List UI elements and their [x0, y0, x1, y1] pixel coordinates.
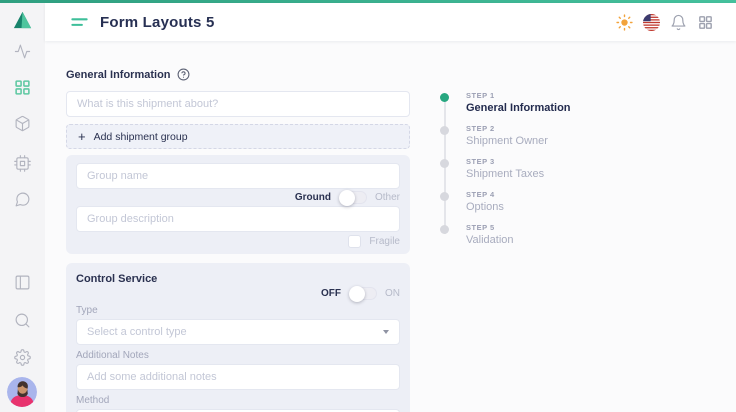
menu-toggle-icon[interactable] — [70, 13, 89, 32]
step-label: STEP 2 — [466, 124, 571, 133]
group-description-input[interactable] — [76, 206, 400, 232]
shipment-group-card: Ground Other Fragile — [66, 155, 410, 254]
sidebar-item-chat-bubble-icon[interactable] — [14, 191, 31, 208]
other-label: Other — [375, 192, 400, 203]
help-icon[interactable] — [177, 68, 190, 81]
shipment-about-input[interactable] — [66, 91, 410, 117]
sidebar-item-cpu-icon[interactable] — [14, 155, 31, 172]
notifications-bell-icon[interactable] — [669, 13, 687, 31]
theme-sun-icon[interactable] — [615, 13, 633, 31]
add-shipment-group-button[interactable]: + Add shipment group — [66, 124, 410, 149]
additional-notes-label: Additional Notes — [76, 350, 400, 361]
page-title: Form Layouts 5 — [100, 14, 215, 31]
content-area: General Information + Add shipment group — [45, 41, 736, 412]
sidebar-item-cube-icon[interactable] — [14, 115, 31, 132]
toggle-knob — [349, 286, 365, 302]
header: Form Layouts 5 — [45, 3, 736, 41]
chevron-down-icon — [383, 330, 389, 334]
step-dot — [440, 225, 449, 234]
type-label: Type — [76, 305, 400, 316]
control-service-card: Control Service OFF ON Type Select a con… — [66, 263, 410, 412]
sidebar-search-icon[interactable] — [14, 312, 31, 329]
step-dot — [440, 126, 449, 135]
step-title: Validation — [466, 234, 571, 246]
step-title: Options — [466, 201, 571, 213]
steps-panel: STEP 1 General Information STEP 2 Shipme… — [440, 91, 571, 256]
add-group-label: Add shipment group — [94, 131, 188, 143]
step-title: Shipment Owner — [466, 135, 571, 147]
off-label: OFF — [321, 288, 341, 299]
step-label: STEP 5 — [466, 223, 571, 232]
control-type-placeholder: Select a control type — [87, 326, 187, 338]
header-actions — [615, 13, 714, 31]
ground-label: Ground — [295, 192, 331, 203]
sidebar-item-activity-icon[interactable] — [14, 43, 31, 60]
user-avatar[interactable] — [7, 377, 37, 407]
fragile-label: Fragile — [369, 236, 400, 247]
step-label: STEP 4 — [466, 190, 571, 199]
sidebar-item-grid-icon[interactable] — [14, 79, 31, 96]
control-service-title: Control Service — [76, 274, 400, 285]
group-name-input[interactable] — [76, 163, 400, 189]
step-label: STEP 1 — [466, 91, 571, 100]
control-type-select[interactable]: Select a control type — [76, 319, 400, 345]
step-item-4[interactable]: STEP 4 Options — [440, 190, 571, 223]
toggle-knob — [339, 190, 355, 206]
step-label: STEP 3 — [466, 157, 571, 166]
step-dot — [440, 159, 449, 168]
app-logo-icon[interactable] — [11, 9, 34, 32]
step-item-2[interactable]: STEP 2 Shipment Owner — [440, 124, 571, 157]
step-item-5[interactable]: STEP 5 Validation — [440, 223, 571, 256]
control-service-toggle[interactable] — [349, 287, 377, 300]
fragile-checkbox[interactable] — [348, 235, 361, 248]
form-section-title: General Information — [66, 69, 171, 81]
ground-other-toggle[interactable] — [339, 191, 367, 204]
language-us-flag-icon[interactable] — [642, 13, 660, 31]
step-item-3[interactable]: STEP 3 Shipment Taxes — [440, 157, 571, 190]
apps-grid-icon[interactable] — [696, 13, 714, 31]
additional-notes-input[interactable] — [76, 364, 400, 390]
sidebar-settings-icon[interactable] — [14, 349, 31, 366]
step-dot — [440, 93, 449, 102]
step-title: Shipment Taxes — [466, 168, 571, 180]
step-title: General Information — [466, 102, 571, 114]
sidebar — [0, 3, 45, 412]
step-item-1[interactable]: STEP 1 General Information — [440, 91, 571, 124]
plus-icon: + — [78, 130, 86, 143]
app-window: Form Layouts 5 — [0, 0, 736, 412]
shipment-form: General Information + Add shipment group — [66, 68, 410, 412]
on-label: ON — [385, 288, 400, 299]
step-dot — [440, 192, 449, 201]
sidebar-item-layout-icon[interactable] — [14, 274, 31, 291]
method-label: Method — [76, 395, 400, 406]
